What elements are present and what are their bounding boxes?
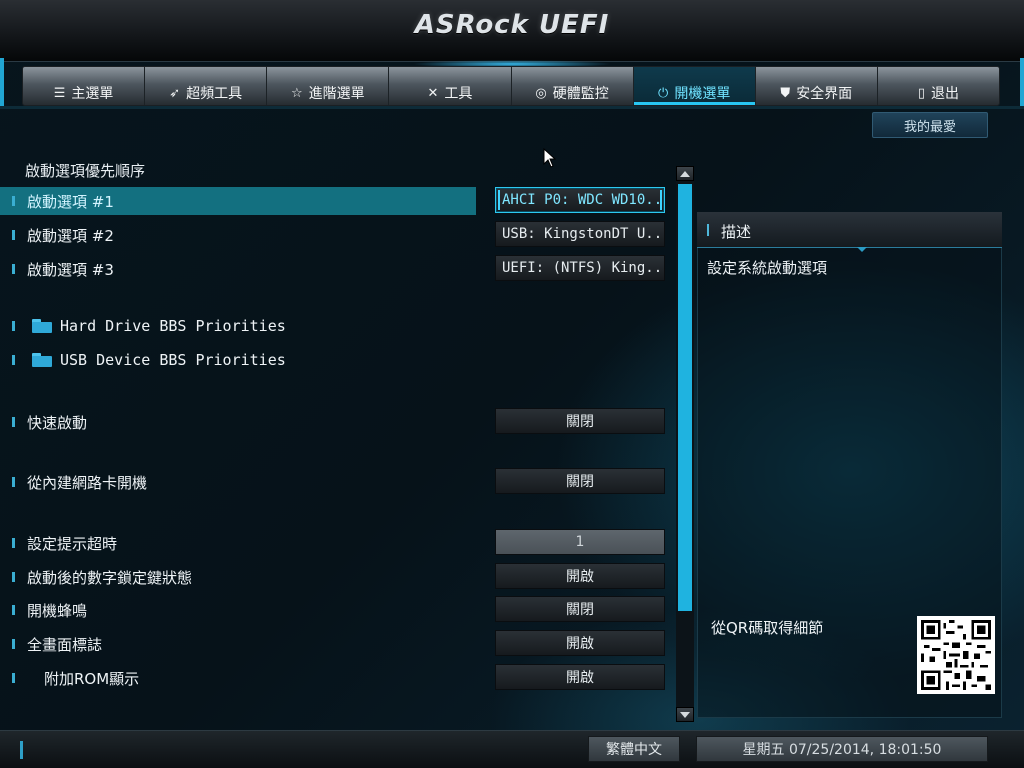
top-header: ASRock UEFI — [0, 0, 1024, 62]
description-text: 設定系統啟動選項 — [707, 259, 828, 277]
star-icon: ☆ — [290, 85, 303, 101]
tab-label: 主選單 — [71, 86, 114, 102]
brand-logo: ASRock UEFI — [414, 10, 610, 40]
onboard-lan-boot-row[interactable]: 從內建網路卡開機 — [0, 468, 476, 496]
qr-label: 從QR碼取得細節 — [711, 619, 824, 637]
power-icon: ⏻ — [658, 85, 669, 101]
monitor-icon: ◎ — [535, 85, 547, 101]
tab-hw-monitor[interactable]: ◎ 硬體監控 — [512, 67, 634, 105]
addon-rom-display-label: 附加ROM顯示 — [44, 669, 140, 688]
bootup-numlock-label: 啟動後的數字鎖定鍵狀態 — [27, 568, 193, 587]
addon-rom-display-value[interactable]: 開啟 — [495, 664, 665, 690]
addon-rom-display-row[interactable]: 附加ROM顯示 — [0, 664, 476, 692]
bottom-left-accent — [20, 741, 23, 759]
folder-icon — [32, 353, 52, 367]
tools-icon: ✕ — [427, 85, 439, 101]
tab-label: 進階選單 — [308, 86, 365, 102]
row-bullet — [12, 355, 15, 365]
description-header: 描述 — [697, 212, 1002, 248]
qr-code-image — [917, 616, 995, 694]
description-notch — [857, 247, 867, 252]
tab-label: 硬體監控 — [552, 86, 609, 102]
row-bullet — [12, 605, 15, 615]
row-bullet — [12, 196, 15, 206]
boot-beep-row[interactable]: 開機蜂鳴 — [0, 596, 476, 624]
language-button[interactable]: 繁體中文 — [588, 736, 680, 762]
scroll-up-button[interactable] — [676, 166, 694, 181]
rocket-icon: ➶ — [169, 85, 181, 101]
boot-option-1-row[interactable]: 啟動選項 #1 — [0, 187, 476, 215]
row-bullet — [12, 477, 15, 487]
scroll-down-button[interactable] — [676, 707, 694, 722]
fast-boot-row[interactable]: 快速啟動 — [0, 408, 476, 436]
scrollbar-thumb[interactable] — [678, 184, 692, 611]
setup-prompt-timeout-input[interactable]: 1 — [495, 529, 665, 555]
tab-boot[interactable]: ⏻ 開機選單 — [633, 67, 756, 105]
boot-option-3-row[interactable]: 啟動選項 #3 — [0, 255, 476, 283]
full-screen-logo-label: 全畫面標誌 — [27, 635, 103, 654]
hdd-bbs-priorities-label: Hard Drive BBS Priorities — [60, 317, 286, 335]
row-bullet — [12, 264, 15, 274]
description-title: 描述 — [721, 223, 752, 241]
boot-option-1-label: 啟動選項 #1 — [27, 192, 114, 211]
header-bullet — [707, 224, 709, 236]
list-icon: ☰ — [53, 85, 66, 101]
arrow-up-icon — [680, 170, 690, 177]
row-bullet — [12, 230, 15, 240]
tab-exit[interactable]: ▯ 退出 — [878, 67, 999, 105]
tab-label: 安全界面 — [796, 86, 853, 102]
fast-boot-value[interactable]: 關閉 — [495, 408, 665, 434]
row-bullet — [12, 417, 15, 427]
boot-option-2-label: 啟動選項 #2 — [27, 226, 114, 245]
usb-bbs-priorities-label: USB Device BBS Priorities — [60, 351, 286, 369]
bootup-numlock-value[interactable]: 開啟 — [495, 563, 665, 589]
boot-option-3-value[interactable]: UEFI: (NTFS) King... — [495, 255, 665, 281]
right-edge-accent — [1020, 58, 1024, 106]
folder-icon — [32, 319, 52, 333]
favorites-button[interactable]: 我的最愛 — [872, 112, 988, 138]
row-bullet — [12, 538, 15, 548]
fast-boot-label: 快速啟動 — [27, 413, 88, 432]
row-bullet — [12, 572, 15, 582]
tab-oc-tweaker[interactable]: ➶ 超頻工具 — [145, 67, 268, 105]
boot-option-2-value[interactable]: USB: KingstonDT U... — [495, 221, 665, 247]
mouse-cursor-icon — [543, 148, 557, 168]
full-screen-logo-value[interactable]: 開啟 — [495, 630, 665, 656]
left-edge-accent — [0, 58, 4, 106]
boot-option-2-row[interactable]: 啟動選項 #2 — [0, 221, 476, 249]
arrow-down-icon — [680, 711, 690, 718]
boot-beep-label: 開機蜂鳴 — [27, 601, 88, 620]
boot-option-1-value[interactable]: AHCI P0: WDC WD10... — [495, 187, 665, 213]
bootup-numlock-row[interactable]: 啟動後的數字鎖定鍵狀態 — [0, 563, 476, 591]
section-title: 啟動選項優先順序 — [25, 162, 146, 180]
tab-tool[interactable]: ✕ 工具 — [389, 67, 512, 105]
datetime-display: 星期五 07/25/2014, 18:01:50 — [696, 736, 988, 762]
full-screen-logo-row[interactable]: 全畫面標誌 — [0, 630, 476, 658]
hdd-bbs-priorities-row[interactable]: Hard Drive BBS Priorities — [0, 312, 476, 340]
row-bullet — [12, 673, 15, 683]
row-bullet — [12, 639, 15, 649]
tab-label: 開機選單 — [674, 86, 731, 102]
exit-icon: ▯ — [917, 85, 926, 101]
usb-bbs-priorities-row[interactable]: USB Device BBS Priorities — [0, 346, 476, 374]
onboard-lan-boot-value[interactable]: 關閉 — [495, 468, 665, 494]
setup-prompt-timeout-label: 設定提示超時 — [27, 534, 118, 553]
tab-security[interactable]: ⛊ 安全界面 — [756, 67, 878, 105]
row-bullet — [12, 321, 15, 331]
shield-icon: ⛊ — [780, 85, 791, 101]
tab-advanced[interactable]: ☆ 進階選單 — [267, 67, 390, 105]
boot-option-3-label: 啟動選項 #3 — [27, 260, 114, 279]
tab-main[interactable]: ☰ 主選單 — [23, 67, 146, 105]
tab-underline — [0, 106, 1024, 109]
tab-label: 工具 — [444, 86, 473, 102]
tab-label: 超頻工具 — [186, 86, 243, 102]
setup-prompt-timeout-row[interactable]: 設定提示超時 — [0, 529, 476, 557]
boot-beep-value[interactable]: 關閉 — [495, 596, 665, 622]
onboard-lan-boot-label: 從內建網路卡開機 — [27, 473, 148, 492]
main-tab-bar: ☰ 主選單 ➶ 超頻工具 ☆ 進階選單 ✕ 工具 ◎ 硬體監控 ⏻ 開機選單 ⛊… — [22, 66, 1000, 106]
tab-label: 退出 — [931, 86, 960, 102]
